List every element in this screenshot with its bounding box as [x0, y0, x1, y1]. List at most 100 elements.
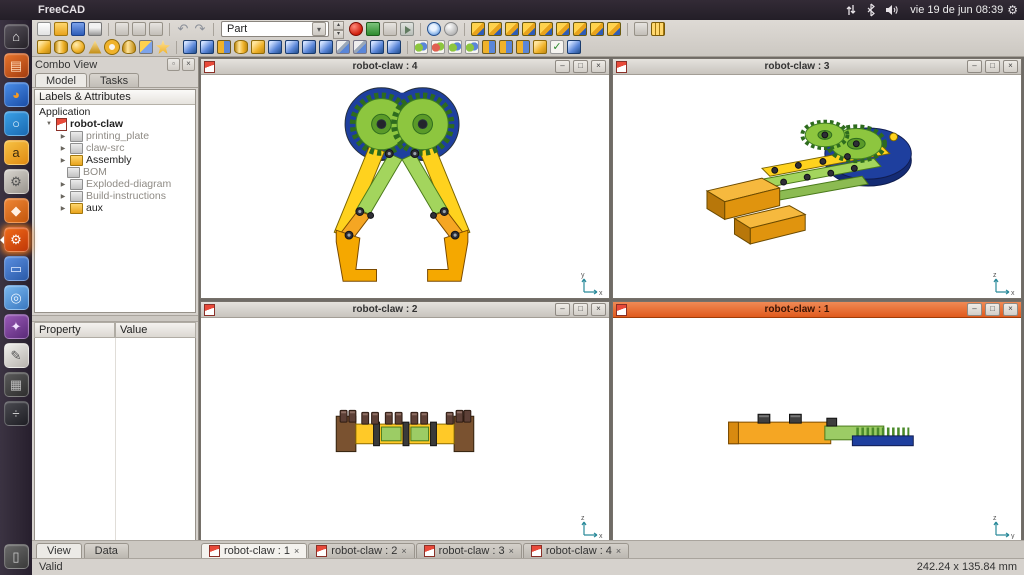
close-icon[interactable]: × [294, 546, 299, 556]
dock-close-icon[interactable]: × [182, 58, 195, 71]
property-table-body[interactable] [34, 338, 196, 541]
close-icon[interactable]: × [509, 546, 514, 556]
close-icon[interactable]: × [1003, 303, 1018, 316]
view-top-icon[interactable] [505, 22, 519, 36]
close-icon[interactable]: × [1003, 60, 1018, 73]
new-file-icon[interactable] [37, 22, 51, 36]
window-titlebar[interactable]: robot-claw : 2 – □ × [201, 302, 609, 318]
bluetooth-icon[interactable] [866, 3, 876, 17]
expander-closed-icon[interactable]: ▶ [59, 193, 67, 200]
chevron-down-icon[interactable]: ▾ [312, 22, 326, 36]
tree-item-build-instructions[interactable]: ▶ Build-instructions [35, 189, 195, 201]
part-checkgeometry-icon[interactable]: ✓ [550, 40, 564, 54]
network-arrows-icon[interactable] [845, 3, 857, 17]
window-titlebar[interactable]: robot-claw : 4 – □ × [201, 59, 609, 75]
tab-tasks[interactable]: Tasks [89, 73, 139, 87]
part-boolean-icon[interactable] [414, 40, 428, 54]
part-compound-icon[interactable] [533, 40, 547, 54]
launcher-calculator-icon[interactable]: ÷ [4, 401, 29, 426]
session-menu-icon[interactable]: ⚙ [1007, 3, 1018, 17]
clipping-plane-icon[interactable] [634, 22, 648, 36]
part-extrude-icon[interactable] [183, 40, 197, 54]
part-cylinder-icon[interactable] [54, 40, 68, 54]
print-icon[interactable] [88, 22, 102, 36]
tree-item-exploded-diagram[interactable]: ▶ Exploded-diagram [35, 177, 195, 189]
tree-item-printing-plate[interactable]: ▶ printing_plate [35, 129, 195, 141]
undo-icon[interactable]: ↶ [176, 22, 190, 36]
save-file-icon[interactable] [71, 22, 85, 36]
view-right-icon[interactable] [522, 22, 536, 36]
tree-item-aux[interactable]: ▶ aux [35, 201, 195, 213]
window-titlebar[interactable]: robot-claw : 1 – □ × [613, 302, 1021, 318]
mdi-tab-robot-claw-4[interactable]: robot-claw : 4 × [523, 543, 629, 558]
paste-icon[interactable] [149, 22, 163, 36]
part-tube-icon[interactable] [122, 40, 136, 54]
launcher-utility-icon[interactable]: ▦ [4, 372, 29, 397]
part-torus-icon[interactable] [105, 40, 119, 54]
part-sweep-icon[interactable] [319, 40, 333, 54]
viewport-3d[interactable]: z x [613, 75, 1021, 298]
panel-splitter[interactable] [32, 315, 198, 322]
tree-item-claw-src[interactable]: ▶ claw-src [35, 141, 195, 153]
launcher-system-settings-icon[interactable]: ⚙ [4, 169, 29, 194]
minimize-icon[interactable]: – [967, 60, 982, 73]
part-box-icon[interactable] [37, 40, 51, 54]
part-union-icon[interactable] [448, 40, 462, 54]
volume-icon[interactable] [885, 3, 898, 17]
view-bottom-icon[interactable] [556, 22, 570, 36]
tree-item-assembly[interactable]: ▶ Assembly [35, 153, 195, 165]
macro-play-icon[interactable] [400, 22, 414, 36]
fit-all-icon[interactable] [427, 22, 441, 36]
part-makeface-icon[interactable] [268, 40, 282, 54]
minimize-icon[interactable]: – [555, 60, 570, 73]
view-rear-icon[interactable] [539, 22, 553, 36]
close-icon[interactable]: × [591, 303, 606, 316]
viewport-3d[interactable]: z y [613, 318, 1021, 541]
launcher-trash-icon[interactable]: ▯ [4, 544, 29, 569]
workbench-selector[interactable]: Part ▾ [221, 21, 329, 37]
minimize-icon[interactable]: – [555, 303, 570, 316]
launcher-amazon-icon[interactable]: a [4, 140, 29, 165]
redo-icon[interactable]: ↷ [193, 22, 207, 36]
open-file-icon[interactable] [54, 22, 68, 36]
view-axonometric-icon[interactable] [590, 22, 604, 36]
measure-icon[interactable] [651, 22, 665, 36]
part-cut-icon[interactable] [431, 40, 445, 54]
close-icon[interactable]: × [616, 546, 621, 556]
part-primitives-icon[interactable] [139, 40, 153, 54]
workbench-spinner[interactable]: ▴ ▾ [333, 21, 344, 37]
mdi-tab-robot-claw-3[interactable]: robot-claw : 3 × [416, 543, 522, 558]
view-front-icon[interactable] [488, 22, 502, 36]
part-connect-icon[interactable] [482, 40, 496, 54]
tab-view[interactable]: View [36, 543, 82, 558]
part-thickness-icon[interactable] [387, 40, 401, 54]
launcher-text-editor-icon[interactable]: ✎ [4, 343, 29, 368]
expander-closed-icon[interactable]: ▶ [59, 157, 67, 164]
macro-stop-icon[interactable] [366, 22, 380, 36]
part-chamfer-icon[interactable] [251, 40, 265, 54]
part-ruledsurface-icon[interactable] [285, 40, 299, 54]
viewport-3d[interactable]: z x [201, 318, 609, 541]
viewport-3d[interactable]: y x [201, 75, 609, 298]
part-mirror-icon[interactable] [217, 40, 231, 54]
tree-item-document[interactable]: ▼ robot-claw [35, 117, 195, 129]
mdi-tab-robot-claw-1[interactable]: robot-claw : 1 × [201, 543, 307, 558]
part-fillet-icon[interactable] [234, 40, 248, 54]
tab-model[interactable]: Model [35, 73, 87, 87]
launcher-chromium-icon[interactable]: ◎ [4, 285, 29, 310]
macro-pause-icon[interactable] [383, 22, 397, 36]
part-crosssections-icon[interactable] [353, 40, 367, 54]
launcher-freecad-icon[interactable]: ⚙ [4, 227, 29, 252]
spinner-down-icon[interactable]: ▾ [333, 30, 344, 39]
restore-icon[interactable]: □ [573, 60, 588, 73]
restore-icon[interactable]: □ [985, 60, 1000, 73]
dock-float-icon[interactable]: ▫ [167, 58, 180, 71]
part-cutout-icon[interactable] [516, 40, 530, 54]
close-icon[interactable]: × [401, 546, 406, 556]
clock[interactable]: vie 19 de jun 08:39 [910, 4, 1003, 16]
launcher-dash-home-icon[interactable]: ⌂ [4, 24, 29, 49]
part-offset-icon[interactable] [370, 40, 384, 54]
draw-style-icon[interactable] [444, 22, 458, 36]
close-icon[interactable]: × [591, 60, 606, 73]
mdi-tab-robot-claw-2[interactable]: robot-claw : 2 × [308, 543, 414, 558]
